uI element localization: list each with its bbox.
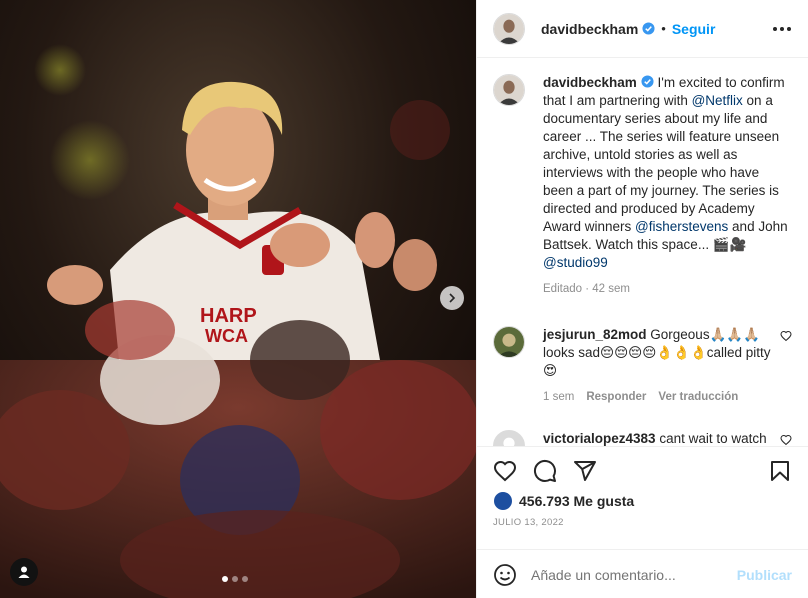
avatar-image [494,75,524,105]
mention-link[interactable]: @fisherstevens [635,219,728,234]
comment-item: victorialopez4383 cant wait to watch thi… [493,430,792,446]
smiley-icon [494,563,516,586]
post-photo: HARP WCA [0,0,476,598]
share-button[interactable] [573,459,597,483]
heart-icon [780,330,792,342]
carousel-indicator [222,576,248,582]
avatar[interactable] [493,430,525,446]
comments-list[interactable]: davidbeckham I'm excited to confirm that… [477,58,808,446]
mention-link[interactable]: @studio99 [543,255,608,270]
author-username[interactable]: davidbeckham [541,21,638,37]
emoji-button[interactable] [493,563,517,587]
add-comment-bar: Publicar [477,549,808,598]
tagged-users-button[interactable] [10,558,38,586]
paper-plane-icon [574,461,596,481]
post-media[interactable]: HARP WCA [0,0,476,598]
caption-text-part: on a documentary series about my life an… [543,93,780,234]
verified-badge-icon [641,75,654,88]
reply-button[interactable]: Responder [586,388,646,406]
comment-icon [533,459,556,482]
comment-button[interactable] [533,459,557,483]
carousel-dot [222,576,228,582]
translate-button[interactable]: Ver traducción [658,388,738,406]
comment-item: jesjurun_82mod Gorgeous🙏🏼🙏🏼🙏🏼 looks sad😔… [493,326,792,406]
avatar[interactable] [493,74,525,106]
comment-text: jesjurun_82mod Gorgeous🙏🏼🙏🏼🙏🏼 looks sad😔… [543,326,772,380]
next-slide-button[interactable] [440,286,464,310]
comment-time: 1 sem [543,391,575,403]
likes-count[interactable]: 456.793 Me gusta [519,493,634,509]
caption-username[interactable]: davidbeckham [543,75,637,90]
caption-text: davidbeckham I'm excited to confirm that… [543,74,792,272]
action-bar [477,447,808,483]
separator-dot: • [661,21,666,36]
like-button[interactable] [493,459,517,483]
comment-like-button[interactable] [780,330,792,406]
comment-username[interactable]: jesjurun_82mod [543,327,647,342]
avatar-image [494,327,524,357]
carousel-dot [232,576,238,582]
bookmark-icon [771,461,789,481]
post-date: JULIO 13, 2022 [493,517,564,528]
edited-label: Editado · 42 sem [543,283,630,295]
mention-link[interactable]: @Netflix [692,93,743,108]
post-panel: davidbeckham • Seguir davidbeckham I'm e… [476,0,808,598]
heart-icon [493,460,517,482]
svg-text:WCA: WCA [205,326,248,346]
comment-like-button[interactable] [780,434,792,446]
avatar[interactable] [493,12,525,45]
post-header: davidbeckham • Seguir [477,0,808,58]
comment-text: victorialopez4383 cant wait to watch thi… [543,430,772,446]
avatar-image [494,13,524,44]
follow-button[interactable]: Seguir [672,21,716,37]
heart-icon [780,434,792,446]
comment-input[interactable] [531,566,737,583]
liker-avatar [493,491,513,511]
svg-text:HARP: HARP [200,305,257,327]
post-actions: 456.793 Me gusta JULIO 13, 2022 Publicar [477,446,808,598]
likes-row[interactable]: 456.793 Me gusta [477,483,808,511]
avatar[interactable] [493,326,525,358]
save-button[interactable] [768,459,792,483]
publish-button[interactable]: Publicar [737,567,792,583]
verified-badge-icon [642,22,655,35]
caption-meta: Editado · 42 sem [543,280,792,298]
comment-meta: 1 sem Responder Ver traducción [543,388,772,406]
carousel-dot [242,576,248,582]
more-options-button[interactable] [772,26,792,32]
ellipsis-icon [773,26,791,31]
comment-username[interactable]: victorialopez4383 [543,431,656,446]
chevron-right-icon [449,293,456,303]
user-tag-icon [18,566,30,578]
avatar-image [494,431,524,446]
caption: davidbeckham I'm excited to confirm that… [493,74,792,298]
